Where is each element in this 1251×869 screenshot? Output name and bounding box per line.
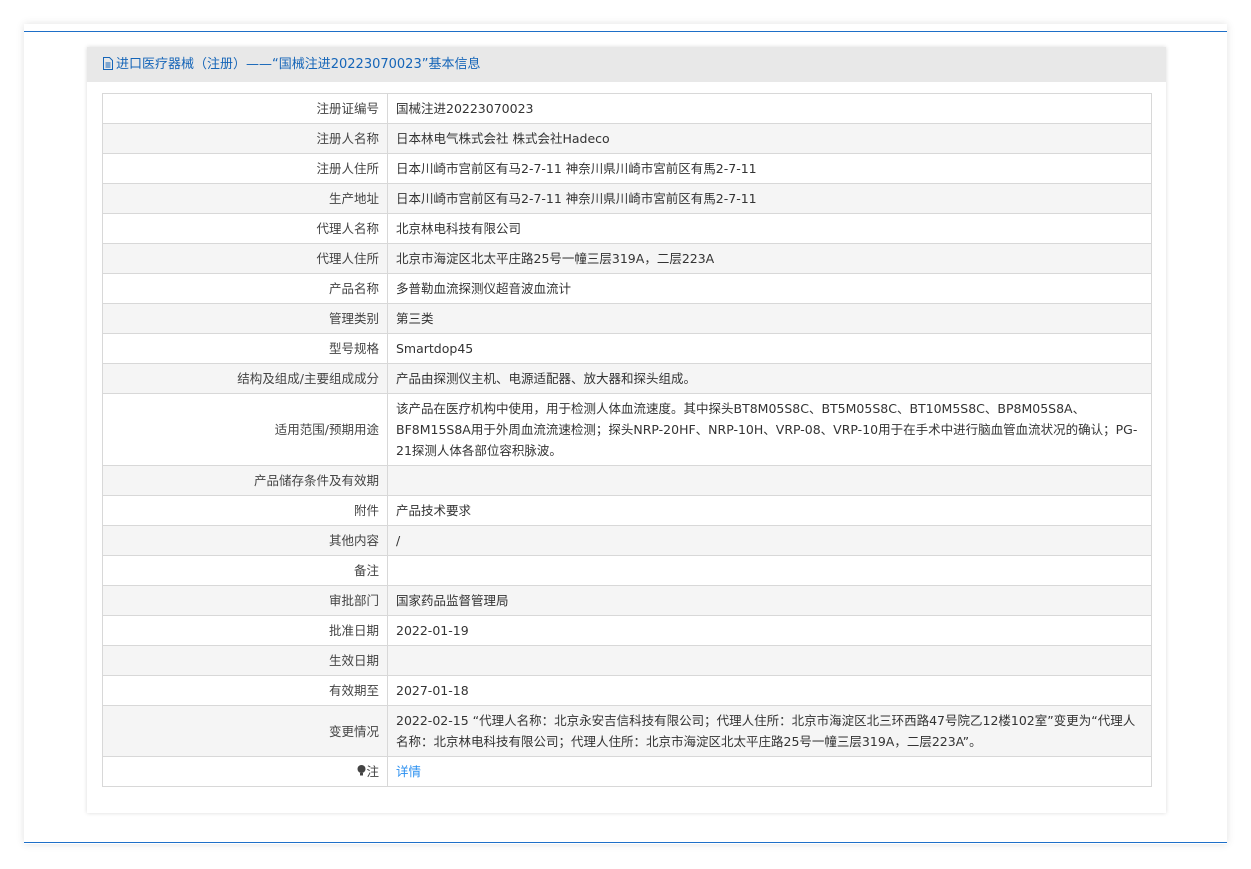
row-value: 北京林电科技有限公司	[387, 213, 1152, 244]
row-label: 注册人名称	[102, 123, 388, 154]
document-icon	[103, 57, 113, 70]
table-row: 审批部门 国家药品监督管理局	[102, 585, 1152, 616]
row-label: 注册证编号	[102, 93, 388, 124]
row-value	[387, 645, 1152, 676]
row-value: 2027-01-18	[387, 675, 1152, 706]
table-row: 生产地址 日本川崎市宫前区有马2-7-11 神奈川県川崎市宮前区有馬2-7-11	[102, 183, 1152, 214]
row-label: 注	[102, 756, 388, 787]
row-label: 其他内容	[102, 525, 388, 556]
row-label: 代理人名称	[102, 213, 388, 244]
table-row: 变更情况 2022-02-15 “代理人名称：北京永安吉信科技有限公司；代理人住所…	[102, 705, 1152, 757]
row-value	[387, 465, 1152, 496]
row-value: 产品技术要求	[387, 495, 1152, 526]
info-table: 注册证编号 国械注进20223070023 注册人名称 日本林电气株式会社 株式会社H…	[102, 93, 1152, 787]
row-value: 多普勒血流探测仪超音波血流计	[387, 273, 1152, 304]
table-row: 适用范围/预期用途 该产品在医疗机构中使用，用于检测人体血流速度。其中探头BT8M…	[102, 393, 1152, 466]
row-label: 产品储存条件及有效期	[102, 465, 388, 496]
row-value: 2022-01-19	[387, 615, 1152, 646]
row-label: 代理人住所	[102, 243, 388, 274]
panel-header: 进口医疗器械（注册）——“国械注进20223070023”基本信息	[87, 47, 1166, 82]
row-value	[387, 555, 1152, 586]
row-value: 第三类	[387, 303, 1152, 334]
table-row: 代理人住所 北京市海淀区北太平庄路25号一幢三层319A，二层223A	[102, 243, 1152, 274]
row-value: /	[387, 525, 1152, 556]
details-link[interactable]: 详情	[396, 764, 421, 779]
bottom-divider	[24, 842, 1227, 843]
table-row: 注册人名称 日本林电气株式会社 株式会社Hadeco	[102, 123, 1152, 154]
row-value: 日本川崎市宫前区有马2-7-11 神奈川県川崎市宮前区有馬2-7-11	[387, 183, 1152, 214]
table-row: 有效期至 2027-01-18	[102, 675, 1152, 706]
table-row: 管理类别 第三类	[102, 303, 1152, 334]
row-label: 有效期至	[102, 675, 388, 706]
row-label: 注册人住所	[102, 153, 388, 184]
row-value: 2022-02-15 “代理人名称：北京永安吉信科技有限公司；代理人住所：北京市…	[387, 705, 1152, 757]
table-row: 其他内容 /	[102, 525, 1152, 556]
table-row: 型号规格 Smartdop45	[102, 333, 1152, 364]
table-row: 备注	[102, 555, 1152, 586]
row-value: 产品由探测仪主机、电源适配器、放大器和探头组成。	[387, 363, 1152, 394]
table-row: 产品储存条件及有效期	[102, 465, 1152, 496]
row-value: 北京市海淀区北太平庄路25号一幢三层319A，二层223A	[387, 243, 1152, 274]
row-label: 变更情况	[102, 705, 388, 757]
table-row: 产品名称 多普勒血流探测仪超音波血流计	[102, 273, 1152, 304]
row-value: 国械注进20223070023	[387, 93, 1152, 124]
table-row: 结构及组成/主要组成成分 产品由探测仪主机、电源适配器、放大器和探头组成。	[102, 363, 1152, 394]
note-label: 注	[366, 764, 379, 779]
row-label: 批准日期	[102, 615, 388, 646]
row-label: 适用范围/预期用途	[102, 393, 388, 466]
row-value: 该产品在医疗机构中使用，用于检测人体血流速度。其中探头BT8M05S8C、BT5…	[387, 393, 1152, 466]
row-label: 审批部门	[102, 585, 388, 616]
top-divider	[24, 31, 1227, 32]
row-label: 生产地址	[102, 183, 388, 214]
table-row: 生效日期	[102, 645, 1152, 676]
panel-title: 进口医疗器械（注册）——“国械注进20223070023”基本信息	[116, 57, 481, 72]
table-row: 代理人名称 北京林电科技有限公司	[102, 213, 1152, 244]
table-row: 注册人住所 日本川崎市宫前区有马2-7-11 神奈川県川崎市宮前区有馬2-7-11	[102, 153, 1152, 184]
table-row: 批准日期 2022-01-19	[102, 615, 1152, 646]
row-label: 附件	[102, 495, 388, 526]
table-row: 注册证编号 国械注进20223070023	[102, 93, 1152, 124]
row-label: 结构及组成/主要组成成分	[102, 363, 388, 394]
row-value: 日本林电气株式会社 株式会社Hadeco	[387, 123, 1152, 154]
row-label: 管理类别	[102, 303, 388, 334]
row-label: 产品名称	[102, 273, 388, 304]
row-value: 日本川崎市宫前区有马2-7-11 神奈川県川崎市宮前区有馬2-7-11	[387, 153, 1152, 184]
row-label: 型号规格	[102, 333, 388, 364]
table-row-note: 注 详情	[102, 756, 1152, 787]
row-value: 国家药品监督管理局	[387, 585, 1152, 616]
row-label: 生效日期	[102, 645, 388, 676]
table-row: 附件 产品技术要求	[102, 495, 1152, 526]
info-panel: 进口医疗器械（注册）——“国械注进20223070023”基本信息 注册证编号国…	[87, 47, 1166, 813]
row-label: 备注	[102, 555, 388, 586]
row-value: Smartdop45	[387, 333, 1152, 364]
